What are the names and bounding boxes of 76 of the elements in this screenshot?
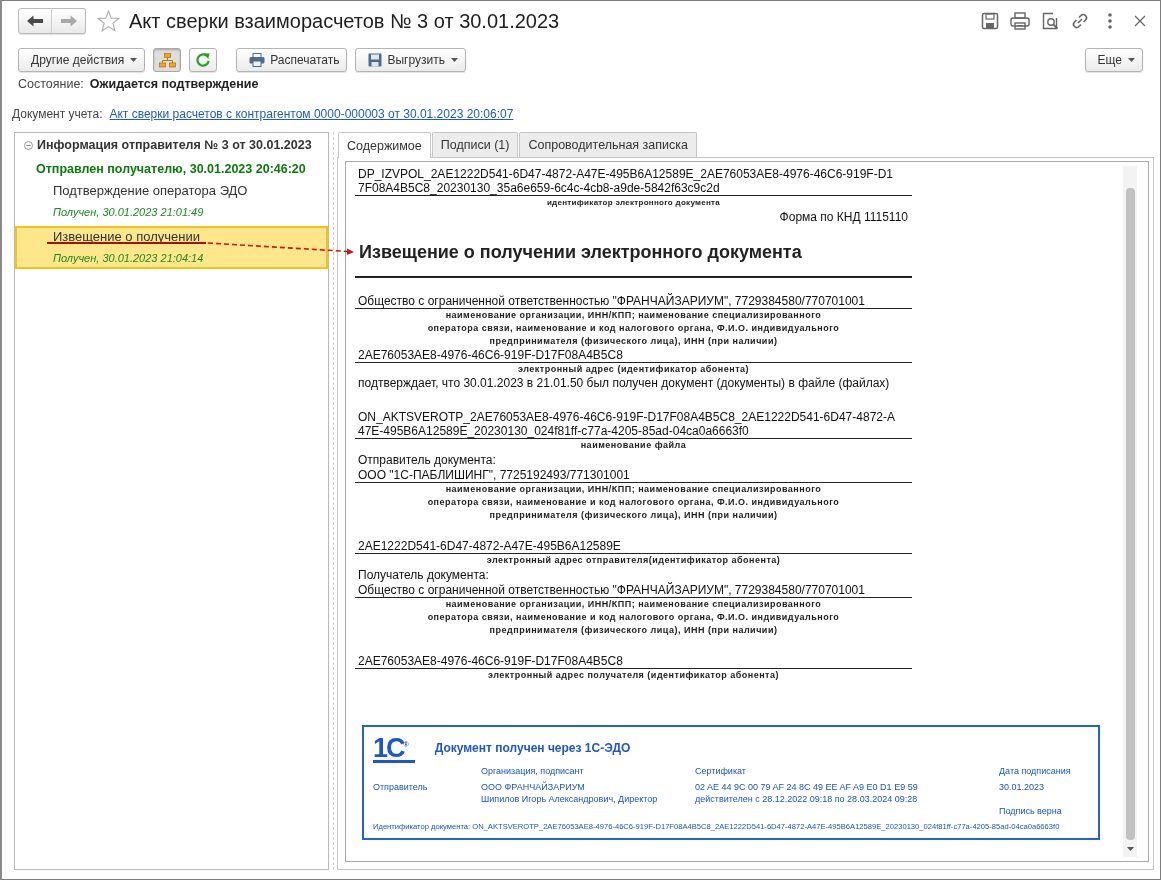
column-header: Дата подписания (999, 765, 1072, 777)
stamp-title: Документ получен через 1С-ЭДО (434, 741, 631, 755)
field-caption: электронный адрес отправителя(идентификатор абонента) (485, 554, 782, 567)
tree-state-text: Отправлен получателю, 30.01.2023 20:46:20 (36, 161, 306, 177)
field-caption: наименование файла (579, 439, 688, 452)
field-caption: наименование организации, ИНН/КПП; наименование специализированного оператора связи, наименование и код налогового органа, Ф.И.О. индивидуального предпринимателя (физического лица), ИНН (при наличии) (426, 483, 841, 522)
tab[interactable]: Подписи (1) (431, 132, 519, 157)
more-menu-button[interactable]: Еще (1084, 48, 1143, 72)
certificate-validity: действителен с 28.12.2022 09:18 по 28.03.2024 09:28 (695, 793, 919, 805)
floppy-icon (368, 53, 383, 67)
close-icon[interactable] (1134, 15, 1146, 27)
print-icon[interactable] (1010, 12, 1030, 30)
field-value: 2AE1222D541-6D47-4872-A47E-495B6A12589E (355, 539, 912, 554)
scrollbar[interactable] (1123, 166, 1137, 857)
window-title: Акт сверки взаиморасчетов № 3 от 30.01.2023 (129, 9, 560, 34)
field-value: 2AE76053AE8-4976-46C6-919F-D17F08A4B5C8 (355, 654, 912, 669)
field-value: DP_IZVPOL_2AE1222D541-6D47-4872-A47E-495B6A12589E_2AE76053AE8-4976-46C6-919F-D17F08A4B5C8_20230130_35a6e659-6c4c-4cb8-a9de-5842f63c9c2d (355, 167, 912, 196)
signer-role: Отправитель (373, 781, 429, 793)
down-arrow-icon[interactable] (1126, 847, 1134, 851)
party-label: Отправитель документа: (357, 452, 497, 468)
column-header: Сертификат (695, 765, 747, 777)
caret-icon (1128, 58, 1135, 62)
status-label: Состояние: (18, 77, 84, 92)
document-link[interactable]: Акт сверки расчетов с контрагентом 0000-000003 от 30.01.2023 20:06:07 (109, 107, 514, 122)
field-value: 2AE76053AE8-4976-46C6-919F-D17F08A4B5C8 (355, 348, 912, 363)
printer-icon (249, 53, 266, 67)
signing-date: 30.01.2023 (999, 781, 1046, 793)
collapse-icon[interactable] (24, 140, 33, 150)
tree-item-title: Подтверждение оператора ЭДО (53, 183, 248, 199)
document-heading: Извещение о получении электронного документа (358, 241, 803, 263)
refresh-button[interactable] (189, 48, 218, 72)
back-arrow-icon (27, 15, 43, 27)
signer-organization: ООО ФРАНЧАЙЗАРИУМ (481, 781, 586, 793)
tree-group-title[interactable]: Информация отправителя № 3 от 30.01.2023 (37, 137, 312, 153)
print-button[interactable]: Распечатать (236, 48, 348, 72)
form-code-text: Форма по КНД 1115110 (778, 210, 909, 224)
link-icon[interactable] (1071, 12, 1089, 30)
signature-verdict: Подпись верна (999, 805, 1063, 817)
tree-item[interactable]: Извещение о получении Получен, 30.01.2023 21:04:14 (15, 226, 328, 269)
field-value: ООО "1С-ПАБЛИШИНГ", 7725192493/771301001 (355, 468, 912, 483)
save-icon[interactable] (981, 12, 999, 30)
tree-item-status: Получен, 30.01.2023 21:01:49 (53, 205, 204, 219)
export-menu-button[interactable]: Выгрузить (355, 48, 466, 72)
field-caption: идентификатор электронного документа (545, 197, 722, 209)
refresh-icon (195, 52, 212, 68)
field-caption: электронный адрес (идентификатор абонента) (516, 363, 751, 376)
tree-item-title: Извещение о получении (53, 229, 200, 245)
hierarchy-icon (158, 52, 176, 68)
column-header: Организация, подписант (481, 765, 585, 777)
caret-icon (130, 58, 138, 62)
scrollbar-thumb[interactable] (1125, 188, 1135, 840)
tree-item[interactable]: Подтверждение оператора ЭДО Получен, 30.01.2023 21:01:49 (15, 180, 328, 223)
preview-icon[interactable] (1041, 12, 1059, 30)
field-caption: наименование организации, ИНН/КПП; наименование специализированного оператора связи, наименование и код налогового органа, Ф.И.О. индивидуального предпринимателя (физического лица), ИНН (при наличии) (426, 598, 841, 637)
caret-icon (450, 58, 458, 62)
field-caption: наименование организации, ИНН/КПП; наименование специализированного оператора связи, наименование и код налогового органа, Ф.И.О. индивидуального предпринимателя (физического лица), ИНН (при наличии) (426, 309, 841, 348)
field-value: Общество с ограниченной ответственностью "ФРАНЧАЙЗАРИУМ", 7729384580/770701001 (355, 583, 912, 598)
field-value: ON_AKTSVEROTP_2AE76053AE8-4976-46C6-919F-D17F08A4B5C8_2AE1222D541-6D47-4872-A47E-495B6A12589E_20230130_024f81ff-c77a-4205-85ad-04ca0a6663f0 (355, 410, 912, 439)
signer-name: Шипилов Игорь Александрович, Директор (481, 793, 659, 805)
back-button[interactable] (18, 8, 52, 34)
logo: 1С$^{®}$ (373, 733, 415, 763)
structure-toggle-button[interactable] (153, 48, 182, 72)
forward-arrow-icon (60, 15, 77, 27)
actions-menu-button[interactable]: Другие действия (18, 48, 146, 72)
confirmation-text: подтверждает, что 30.01.2023 в 21.01.50 был получен документ (документы) в файле (файлах) (357, 376, 891, 390)
certificate-number: 02 AE 44 9C 00 79 AF 24 8C 49 EE AF A9 E0 D1 E9 59 (695, 781, 919, 793)
party-label: Получатель документа: (357, 567, 490, 583)
document-label: Документ учета: (12, 107, 103, 122)
field-value: Общество с ограниченной ответственностью "ФРАНЧАЙЗАРИУМ", 7729384580/770701001 (355, 294, 912, 309)
tab[interactable]: Сопроводительная записка (519, 132, 697, 157)
star-icon[interactable] (97, 10, 120, 32)
field-caption: электронный адрес получателя (идентификатор абонента) (486, 669, 781, 682)
tab[interactable]: Содержимое (338, 132, 431, 158)
more-icon[interactable] (1108, 13, 1112, 29)
tree-item-status: Получен, 30.01.2023 21:04:14 (53, 251, 204, 265)
status-value: Ожидается подтверждение (89, 77, 259, 92)
